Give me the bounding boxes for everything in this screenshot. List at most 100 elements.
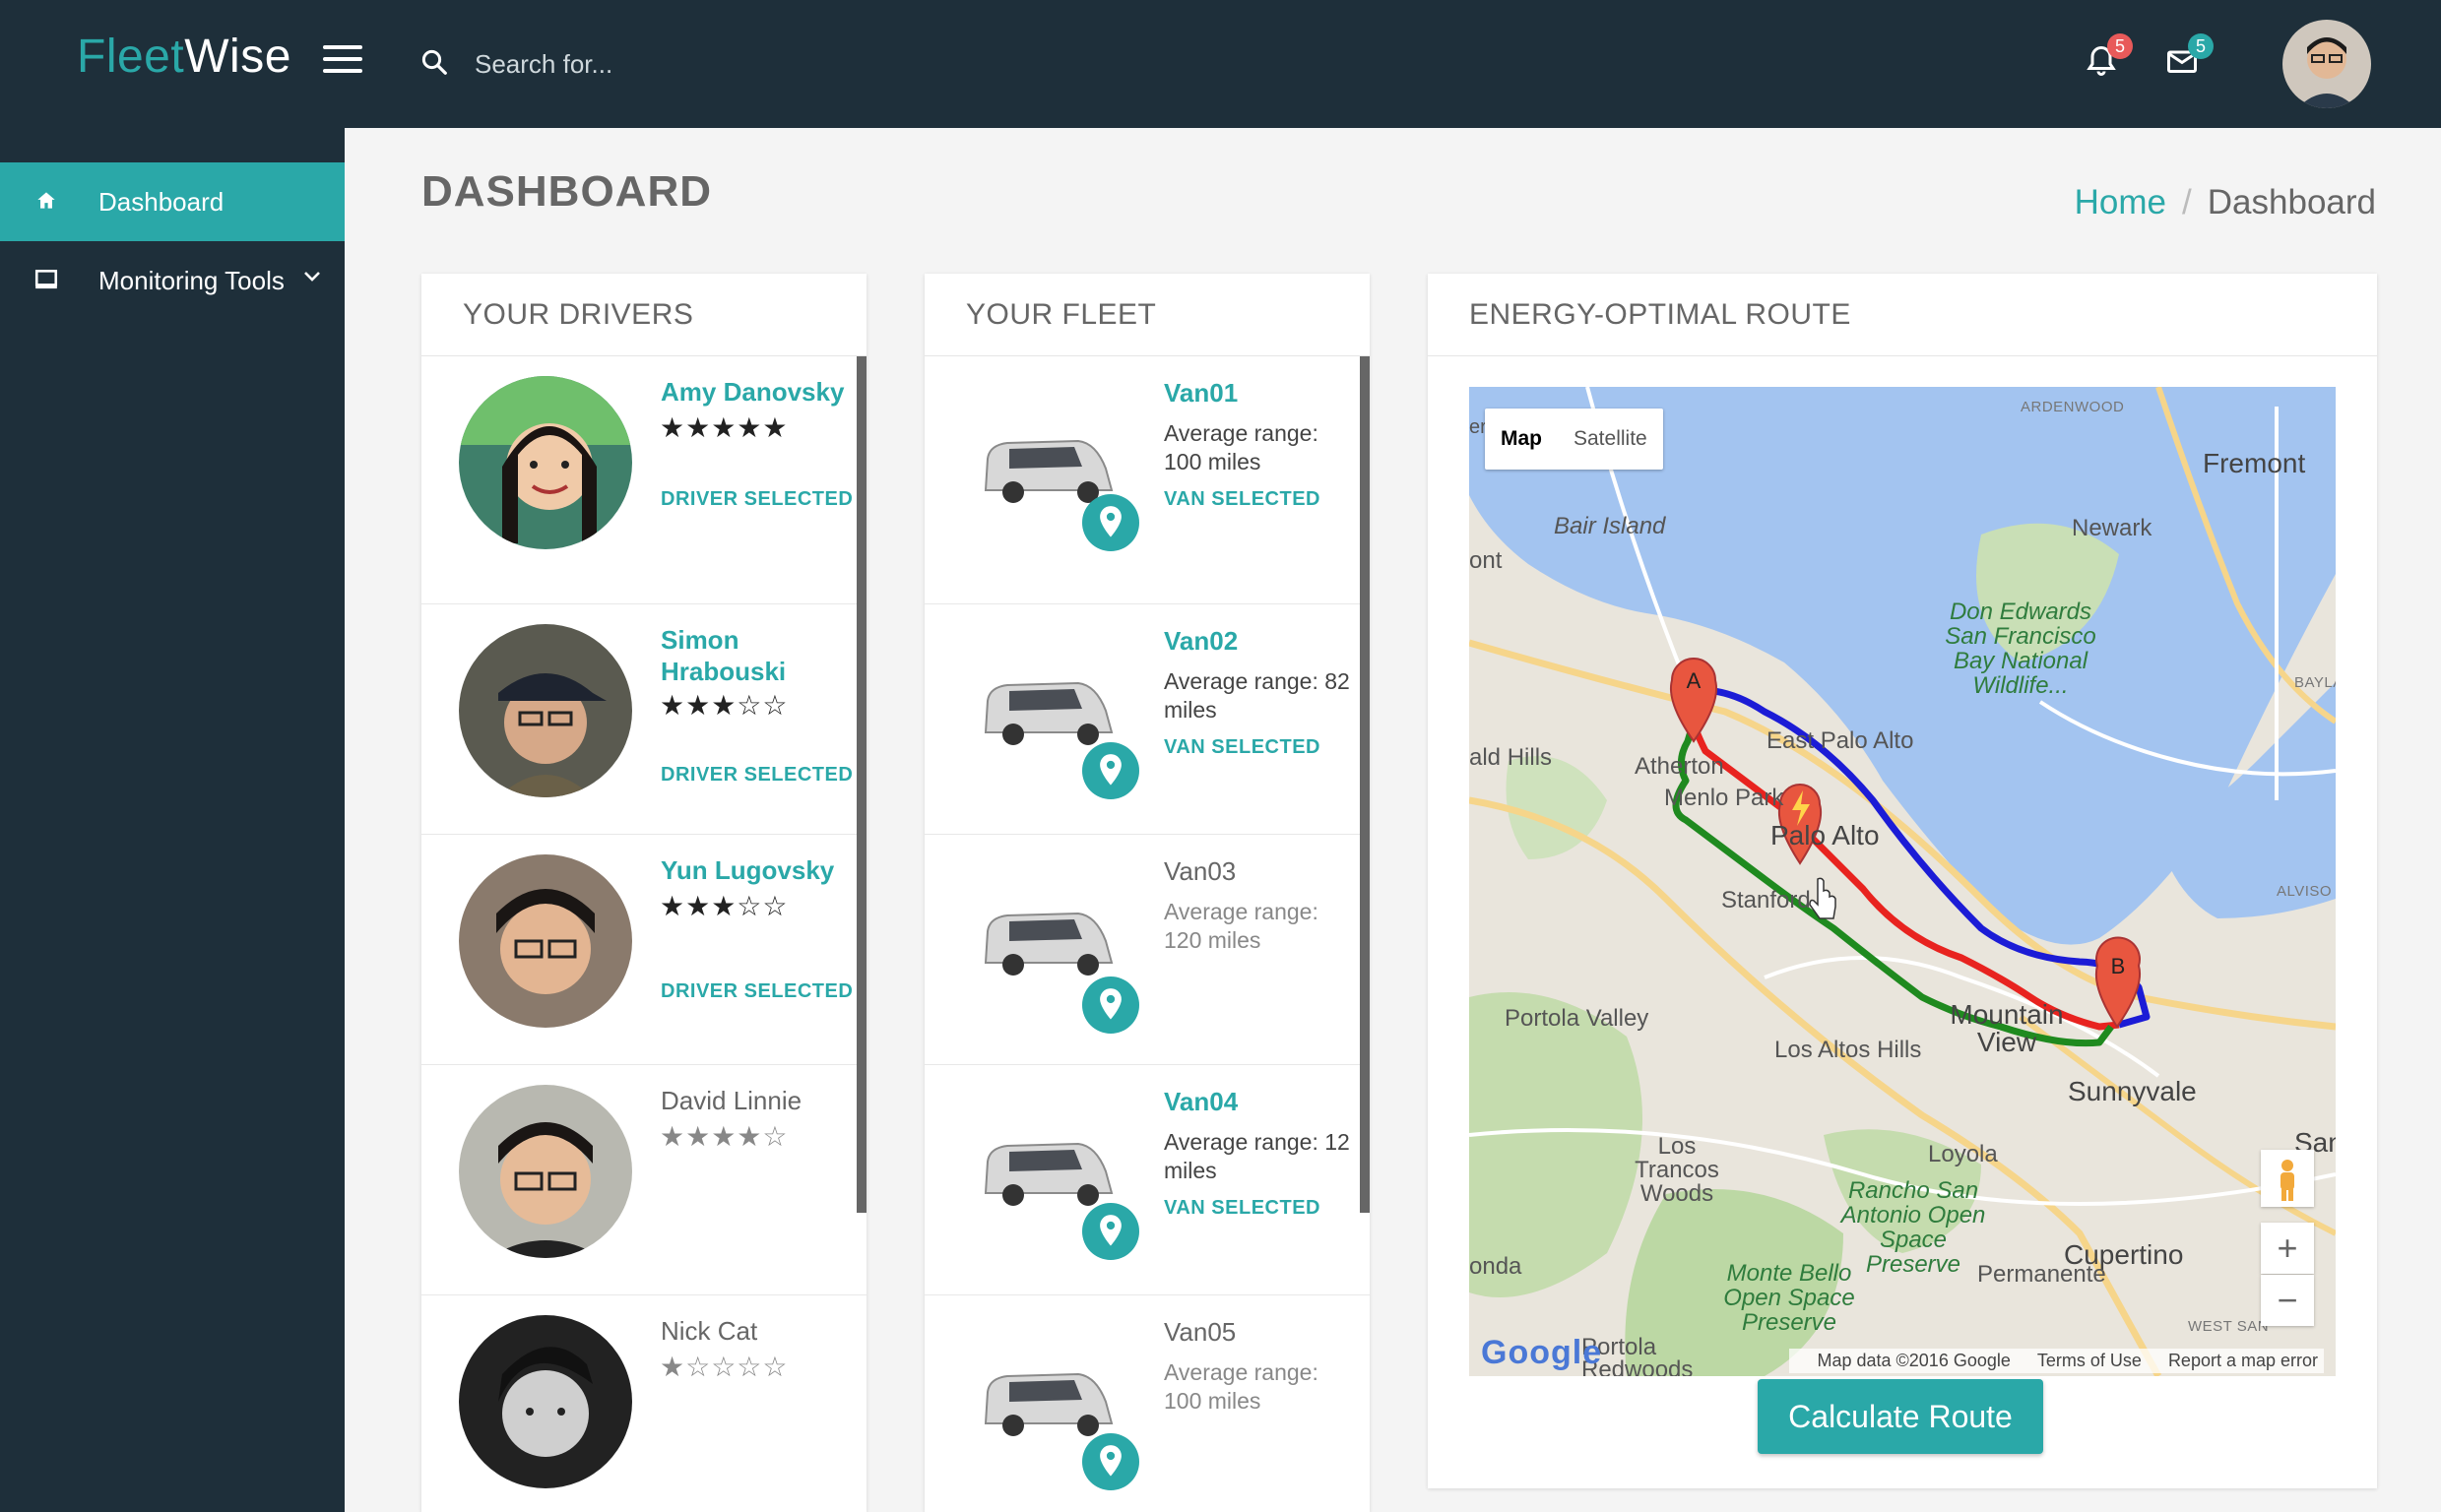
driver-name[interactable]: Yun Lugovsky bbox=[661, 854, 848, 886]
report-map-error-link[interactable]: Report a map error bbox=[2168, 1351, 2318, 1370]
van-image bbox=[984, 681, 1114, 745]
fleet-card-header: YOUR FLEET bbox=[925, 274, 1370, 356]
search-input[interactable] bbox=[463, 41, 1054, 87]
zoom-out-button[interactable]: − bbox=[2261, 1275, 2314, 1326]
sidebar-item-label: Monitoring Tools bbox=[98, 266, 285, 295]
map-type-satellite-button[interactable]: Satellite bbox=[1558, 409, 1663, 470]
location-pin-icon[interactable] bbox=[1082, 1203, 1139, 1260]
van-range: Average range: 100 miles bbox=[1164, 420, 1318, 474]
driver-rating: ★★★★☆ bbox=[660, 1121, 789, 1152]
map-label: ALVISO bbox=[2277, 883, 2333, 900]
driver-status-badge: DRIVER SELECTED bbox=[661, 980, 854, 1002]
van-row[interactable]: Van02 Average range: 82 miles VAN SELECT… bbox=[925, 604, 1370, 835]
fleet-list: Van01 Average range: 100 miles VAN SELEC… bbox=[925, 356, 1370, 1512]
fleet-card: YOUR FLEET Van01 Average range: 100 mile… bbox=[925, 274, 1370, 1512]
map-label: ald Hills bbox=[1469, 744, 1553, 771]
map-label: Loyola bbox=[1928, 1141, 1998, 1167]
driver-row[interactable]: Simon Hrabouski ★★★☆☆ DRIVER SELECTED bbox=[421, 604, 867, 835]
breadcrumb: Home / Dashboard bbox=[2075, 183, 2376, 222]
zoom-in-button[interactable]: + bbox=[2261, 1223, 2314, 1274]
messages-mail-icon[interactable]: 5 bbox=[2164, 33, 2214, 79]
breadcrumb-home-link[interactable]: Home bbox=[2075, 183, 2166, 221]
breadcrumb-separator: / bbox=[2182, 183, 2192, 221]
sidebar-item-label: Dashboard bbox=[98, 187, 225, 217]
map-label: Portola Valley bbox=[1505, 1005, 1649, 1032]
location-pin-icon[interactable] bbox=[1082, 1433, 1139, 1490]
driver-row[interactable]: Amy Danovsky ★★★★★ DRIVER SELECTED bbox=[421, 356, 867, 604]
van-row[interactable]: Van03 Average range: 120 miles bbox=[925, 835, 1370, 1065]
calculate-route-button[interactable]: Calculate Route bbox=[1758, 1379, 2043, 1454]
svg-text:A: A bbox=[1687, 668, 1702, 693]
driver-row[interactable]: Yun Lugovsky ★★★☆☆ DRIVER SELECTED bbox=[421, 835, 867, 1065]
map-label: Palo Alto bbox=[1770, 820, 1880, 850]
route-card-header: ENERGY-OPTIMAL ROUTE bbox=[1428, 274, 2377, 356]
sidebar-item-monitoring-tools[interactable]: Monitoring Tools bbox=[0, 241, 345, 320]
driver-row[interactable]: Nick Cat ★☆☆☆☆ bbox=[421, 1295, 867, 1512]
map-label: Newark bbox=[2072, 515, 2152, 541]
terms-of-use-link[interactable]: Terms of Use bbox=[2037, 1351, 2142, 1370]
drivers-card-header: YOUR DRIVERS bbox=[421, 274, 867, 356]
fleet-scrollbar[interactable] bbox=[1360, 356, 1370, 1213]
map-label: Menlo Park bbox=[1664, 785, 1784, 811]
van-name[interactable]: Van05 bbox=[1164, 1317, 1236, 1348]
driver-rating: ★☆☆☆☆ bbox=[660, 1352, 789, 1382]
google-logo: Google bbox=[1481, 1334, 1603, 1371]
driver-status-badge: DRIVER SELECTED bbox=[661, 764, 854, 786]
map-label: Atherton bbox=[1635, 753, 1724, 780]
van-status-badge: VAN SELECTED bbox=[1164, 736, 1320, 758]
driver-status-badge: DRIVER SELECTED bbox=[661, 488, 854, 510]
notifications-badge: 5 bbox=[2107, 33, 2133, 59]
home-icon bbox=[37, 192, 55, 209]
search-icon[interactable] bbox=[419, 47, 449, 77]
van-range: Average range: 82 miles bbox=[1164, 668, 1350, 723]
user-avatar[interactable] bbox=[2282, 20, 2371, 108]
van-row[interactable]: Van04 Average range: 12 miles VAN SELECT… bbox=[925, 1065, 1370, 1295]
van-image bbox=[984, 1372, 1114, 1436]
top-navbar: FleetWise 5 5 bbox=[0, 0, 2441, 128]
map-type-toggle: Map Satellite bbox=[1485, 409, 1663, 470]
van-row[interactable]: Van05 Average range: 100 miles bbox=[925, 1295, 1370, 1512]
driver-rating: ★★★★★ bbox=[660, 412, 789, 443]
van-name[interactable]: Van01 bbox=[1164, 378, 1238, 409]
van-name[interactable]: Van02 bbox=[1164, 626, 1238, 657]
brand-part-wise: Wise bbox=[184, 31, 291, 83]
van-row[interactable]: Van01 Average range: 100 miles VAN SELEC… bbox=[925, 356, 1370, 604]
menu-toggle-icon[interactable] bbox=[323, 45, 362, 75]
van-name[interactable]: Van03 bbox=[1164, 856, 1236, 887]
notifications-bell-icon[interactable]: 5 bbox=[2084, 33, 2133, 79]
location-pin-icon[interactable] bbox=[1082, 976, 1139, 1034]
driver-name[interactable]: Amy Danovsky bbox=[661, 376, 848, 408]
driver-name[interactable]: Simon Hrabouski bbox=[661, 624, 848, 687]
location-pin-icon[interactable] bbox=[1082, 742, 1139, 799]
map-label: Sunnyvale bbox=[2068, 1076, 2197, 1106]
sidebar-item-dashboard[interactable]: Dashboard bbox=[0, 162, 345, 241]
map-data-attribution: Map data ©2016 Google bbox=[1817, 1351, 2011, 1370]
map-type-map-button[interactable]: Map bbox=[1485, 409, 1558, 470]
map-label: East Palo Alto bbox=[1767, 727, 1914, 754]
map-label: onda bbox=[1469, 1253, 1522, 1280]
map-label: Monte Bello Open Space Preserve bbox=[1723, 1260, 1855, 1336]
chevron-down-icon bbox=[304, 272, 320, 282]
location-pin-icon[interactable] bbox=[1082, 494, 1139, 551]
street-view-pegman-icon[interactable] bbox=[2261, 1150, 2314, 1207]
svg-text:B: B bbox=[2111, 954, 2126, 978]
driver-photo bbox=[459, 1085, 632, 1258]
van-range: Average range: 12 miles bbox=[1164, 1129, 1350, 1183]
brand-logo[interactable]: FleetWise bbox=[77, 30, 291, 84]
messages-badge: 5 bbox=[2188, 33, 2214, 59]
driver-photo bbox=[459, 376, 632, 549]
route-map[interactable]: A B ARDENWOOD Fremont Bair Island Newark… bbox=[1469, 387, 2336, 1376]
driver-row[interactable]: David Linnie ★★★★☆ bbox=[421, 1065, 867, 1295]
drivers-list: Amy Danovsky ★★★★★ DRIVER SELECTED Simon… bbox=[421, 356, 867, 1512]
map-label: ARDENWOOD bbox=[2021, 399, 2125, 415]
driver-name[interactable]: David Linnie bbox=[661, 1085, 848, 1116]
map-label: Bair Island bbox=[1554, 513, 1666, 539]
drivers-scrollbar[interactable] bbox=[857, 356, 867, 1213]
map-label: Stanford bbox=[1721, 887, 1811, 914]
van-range: Average range: 120 miles bbox=[1164, 899, 1318, 953]
driver-name[interactable]: Nick Cat bbox=[661, 1315, 848, 1347]
van-status-badge: VAN SELECTED bbox=[1164, 1197, 1320, 1219]
drivers-card: YOUR DRIVERS Amy Danovsky ★★★★★ DRIVER S… bbox=[421, 274, 867, 1512]
van-name[interactable]: Van04 bbox=[1164, 1087, 1238, 1117]
driver-rating: ★★★☆☆ bbox=[660, 891, 789, 921]
